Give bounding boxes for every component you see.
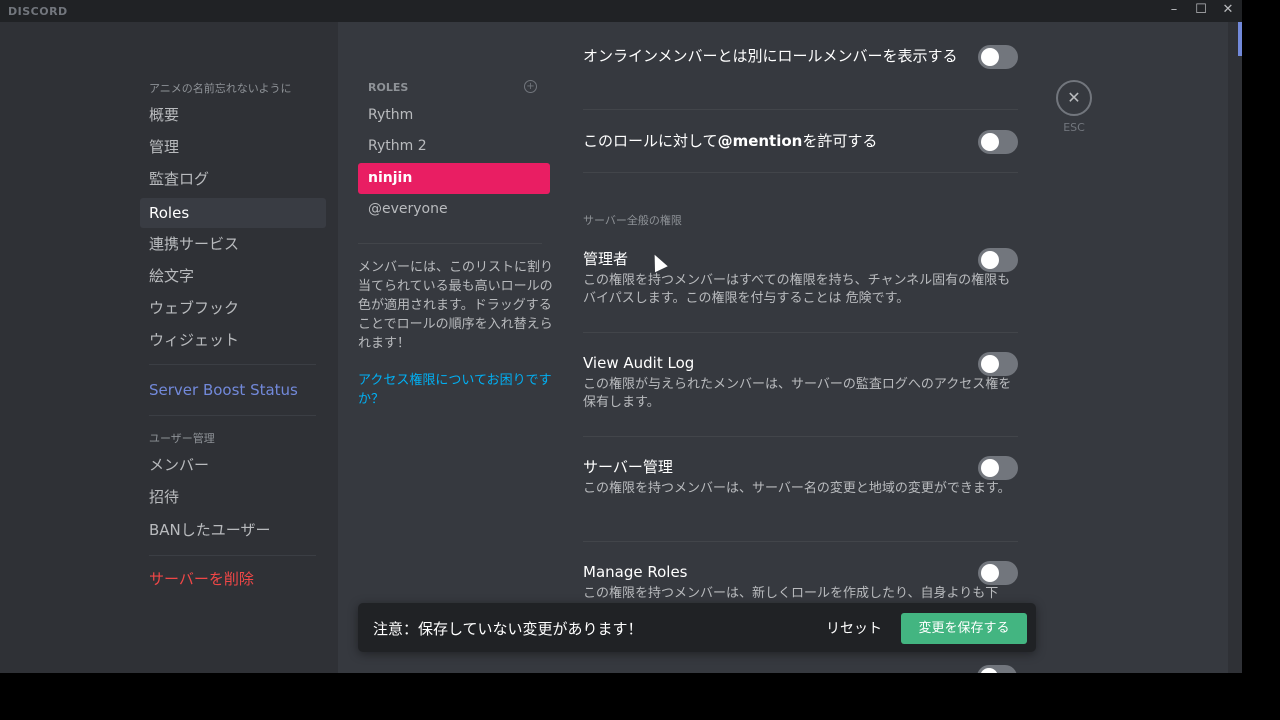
nav-webhooks[interactable]: ウェブフック bbox=[140, 293, 326, 323]
nav-emoji[interactable]: 絵文字 bbox=[140, 261, 326, 291]
nav-bans[interactable]: BANしたユーザー bbox=[140, 515, 326, 545]
role-item[interactable]: @everyone bbox=[358, 194, 550, 225]
close-icon[interactable]: ✕ bbox=[1056, 80, 1092, 116]
perm-title: View Audit Log bbox=[583, 354, 695, 372]
divider bbox=[358, 243, 542, 244]
manage-channels-toggle[interactable] bbox=[977, 665, 1017, 673]
nav-members[interactable]: メンバー bbox=[140, 450, 326, 480]
minimize-button[interactable]: – bbox=[1164, 2, 1184, 17]
divider bbox=[583, 436, 1018, 437]
nav-audit-log[interactable]: 監査ログ bbox=[140, 164, 326, 194]
nav-invites[interactable]: 招待 bbox=[140, 482, 326, 512]
nav-overview[interactable]: 概要 bbox=[140, 100, 326, 130]
perm-desc: この権限を持つメンバーはすべての権限を持ち、チャンネル固有の権限もバイパスします… bbox=[583, 273, 1011, 306]
roles-header: ROLES bbox=[368, 81, 409, 94]
role-item[interactable]: Rythm 2 bbox=[358, 131, 550, 162]
nav-integrations[interactable]: 連携サービス bbox=[140, 229, 326, 259]
discord-window: DISCORD – ☐ ✕ アニメの名前忘れないように 概要 管理 監査ログ R… bbox=[0, 0, 1242, 673]
label-part: を許可する bbox=[802, 132, 878, 150]
perm-desc: この権限が与えられたメンバーは、サーバーの監査ログへのアクセス権を保有します。 bbox=[583, 377, 1012, 410]
unsaved-changes-bar: 注意：保存していない変更があります！ リセット 変更を保存する bbox=[358, 603, 1036, 652]
server-name-header: アニメの名前忘れないように bbox=[149, 82, 292, 95]
setting-mentionable: このロールに対して@mentionを許可する bbox=[583, 130, 1018, 154]
nav-delete-server[interactable]: サーバーを削除 bbox=[140, 564, 326, 594]
view-audit-log-toggle[interactable] bbox=[978, 352, 1018, 376]
perm-title: サーバー管理 bbox=[583, 458, 673, 476]
setting-label: このロールに対して@mentionを許可する bbox=[583, 130, 973, 152]
perm-desc: この権限を持つメンバーは、サーバー名の変更と地域の変更ができます。 bbox=[583, 481, 1011, 496]
nav-server-boost[interactable]: Server Boost Status bbox=[140, 375, 326, 405]
nav-moderation[interactable]: 管理 bbox=[140, 132, 326, 162]
discord-logo: DISCORD bbox=[8, 5, 68, 18]
permissions-help-link[interactable]: アクセス権限についてお困りですか？ bbox=[358, 371, 553, 409]
setting-label: オンラインメンバーとは別にロールメンバーを表示する bbox=[583, 47, 958, 65]
plus-circle-icon[interactable]: + bbox=[524, 80, 537, 93]
perm-title: 管理者 bbox=[583, 250, 629, 268]
reset-button[interactable]: リセット bbox=[826, 618, 882, 638]
label-part: @mention bbox=[717, 132, 803, 150]
perm-manage-roles: Manage Roles この権限を持つメンバーは、新しくロールを作成したり、自… bbox=[583, 561, 1018, 603]
display-separately-toggle[interactable] bbox=[978, 45, 1018, 69]
perm-view-audit-log: View Audit Log この権限が与えられたメンバーは、サーバーの監査ログ… bbox=[583, 352, 1018, 412]
esc-label: ESC bbox=[1063, 121, 1085, 134]
role-item-selected[interactable]: ninjin bbox=[358, 163, 550, 194]
title-bar: DISCORD – ☐ ✕ bbox=[0, 0, 1242, 22]
settings-sidebar: アニメの名前忘れないように 概要 管理 監査ログ Roles 連携サービス 絵文… bbox=[0, 22, 338, 673]
administrator-toggle[interactable] bbox=[978, 248, 1018, 272]
divider bbox=[583, 172, 1018, 173]
manage-roles-toggle[interactable] bbox=[978, 561, 1018, 585]
perm-desc: この権限を持つメンバーは、新しくロールを作成したり、自身よりも下 bbox=[583, 586, 999, 601]
scrollbar-track[interactable] bbox=[1228, 22, 1242, 673]
divider bbox=[149, 555, 316, 556]
scrollbar-thumb[interactable] bbox=[1238, 22, 1242, 56]
roles-hint: メンバーには、このリストに割り当てられている最も高いロールの色が適用されます。ド… bbox=[358, 260, 554, 351]
setting-display-separately: オンラインメンバーとは別にロールメンバーを表示する bbox=[583, 45, 1018, 69]
divider bbox=[149, 415, 316, 416]
nav-widget[interactable]: ウィジェット bbox=[140, 325, 326, 355]
nav-roles[interactable]: Roles bbox=[140, 198, 326, 228]
perm-manage-server: サーバー管理 この権限を持つメンバーは、サーバー名の変更と地域の変更ができます。 bbox=[583, 456, 1018, 498]
divider bbox=[583, 541, 1018, 542]
save-changes-button[interactable]: 変更を保存する bbox=[901, 613, 1027, 644]
divider bbox=[583, 109, 1018, 110]
section-header: サーバー全般の権限 bbox=[583, 214, 682, 227]
perm-title: Manage Roles bbox=[583, 563, 688, 581]
label-part: このロールに対して bbox=[583, 132, 718, 150]
maximize-button[interactable]: ☐ bbox=[1191, 2, 1211, 17]
manage-server-toggle[interactable] bbox=[978, 456, 1018, 480]
user-management-header: ユーザー管理 bbox=[149, 432, 215, 445]
unsaved-notice-text: 注意：保存していない変更があります！ bbox=[373, 620, 643, 638]
role-item[interactable]: Rythm bbox=[358, 100, 550, 131]
divider bbox=[583, 332, 1018, 333]
divider bbox=[149, 364, 316, 365]
close-window-button[interactable]: ✕ bbox=[1218, 2, 1238, 17]
mentionable-toggle[interactable] bbox=[978, 130, 1018, 154]
